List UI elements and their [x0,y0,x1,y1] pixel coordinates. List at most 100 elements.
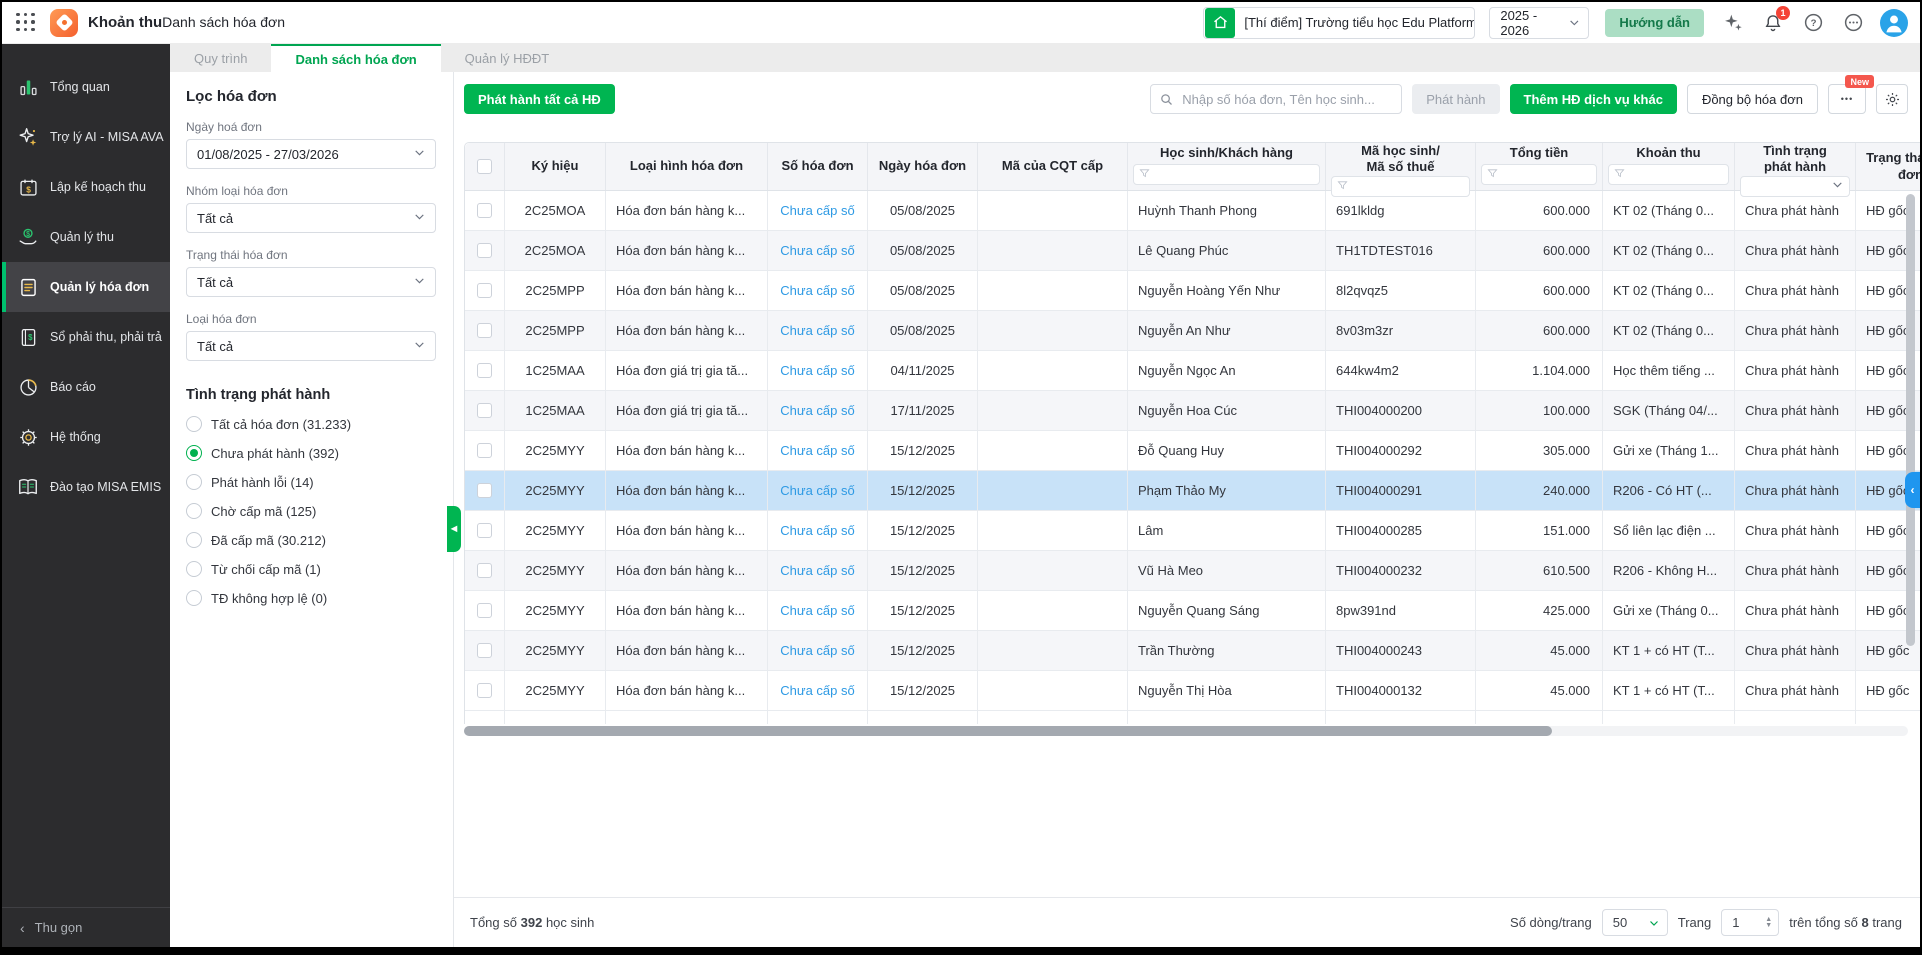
filter-field-select-4[interactable]: Tất cả [186,331,436,361]
home-icon[interactable] [1205,8,1235,38]
add-service-invoice-button[interactable]: Thêm HĐ dịch vụ khác [1510,84,1677,114]
sidebar-item-gear[interactable]: Hệ thống [2,412,170,462]
issue-button[interactable]: Phát hành [1412,84,1499,114]
filter-field-select-3[interactable]: Tất cả [186,267,436,297]
vertical-scrollbar-thumb[interactable] [1906,194,1915,646]
cell-value-link[interactable]: Chưa cấp số [780,603,854,618]
cell-value-link[interactable]: Chưa cấp số [780,483,854,498]
cell-ma_cqt [978,391,1128,430]
sidebar-item-invoice[interactable]: Quản lý hóa đơn [2,262,170,312]
cell-value-link[interactable]: Chưa cấp số [780,363,854,378]
sync-invoices-button[interactable]: Đồng bộ hóa đơn [1687,84,1818,114]
row-checkbox[interactable] [477,643,492,658]
table-row[interactable]: 1C25MAAHóa đơn giá trị gia tă...Chưa cấp… [465,391,1920,431]
page-number-input[interactable]: 1 ▲▼ [1721,909,1779,936]
table-row[interactable]: 2C25MPPHóa đơn bán hàng k...Chưa cấp số0… [465,271,1920,311]
school-selector[interactable]: [Thí điểm] Trường tiểu học Edu Platform … [1203,7,1475,39]
table-row[interactable]: 1C25MAAHóa đơn giá trị gia tă...Chưa cấp… [465,351,1920,391]
notifications-bell-icon[interactable]: 1 [1760,10,1786,36]
cell-value-link[interactable]: Chưa cấp số [780,323,854,338]
cell-value: 2C25MYY [525,443,584,458]
row-checkbox[interactable] [477,363,492,378]
row-checkbox[interactable] [477,443,492,458]
user-avatar[interactable] [1880,9,1908,37]
filter-collapse-handle[interactable]: ◄ [447,506,461,552]
cell-value-link[interactable]: Chưa cấp số [780,523,854,538]
filter-field-select-2[interactable]: Tất cả [186,203,436,233]
sidebar-item-label: Hệ thống [50,430,101,444]
sidebar-item-label: Quản lý hóa đơn [50,280,149,294]
cell-value-link[interactable]: Chưa cấp số [780,243,854,258]
guide-button[interactable]: Hướng dẫn [1605,9,1704,37]
table-row[interactable]: 2C25MYYHóa đơn bán hàng k...Chưa cấp số1… [465,551,1920,591]
cell-value-link[interactable]: Chưa cấp số [780,643,854,658]
issue-status-option-2[interactable]: Chưa phát hành (392) [186,445,453,461]
search-input[interactable] [1180,91,1393,108]
sidebar-item-hand-coin[interactable]: $Quản lý thu [2,212,170,262]
table-settings-button[interactable] [1876,84,1908,114]
column-filter-input[interactable] [1608,164,1729,185]
help-icon[interactable]: ? [1800,10,1826,36]
issue-status-option-7[interactable]: TĐ không hợp lệ (0) [186,590,453,606]
table-row[interactable]: 2C25MYYHóa đơn bán hàng k...Chưa cấp số1… [465,511,1920,551]
issue-status-option-1[interactable]: Tất cả hóa đơn (31.233) [186,416,453,432]
column-filter-input[interactable] [1481,164,1597,185]
table-row[interactable]: 2C25MYYHóa đơn bán hàng k...Chưa cấp số1… [465,631,1920,671]
table-row[interactable]: 2C25MOAHóa đơn bán hàng k...Chưa cấp số0… [465,231,1920,271]
cell-value-link[interactable]: Chưa cấp số [780,283,854,298]
column-filter-input[interactable] [1133,164,1320,185]
tab-1[interactable]: Quy trình [170,44,271,72]
tab-2[interactable]: Danh sách hóa đơn [271,44,440,72]
sidebar-item-open-book[interactable]: Đào tạo MISA EMIS [2,462,170,512]
cell-value-link[interactable]: Chưa cấp số [780,403,854,418]
table-row[interactable]: 2C25MPPHóa đơn bán hàng k...Chưa cấp số0… [465,311,1920,351]
search-box[interactable] [1150,84,1402,114]
row-checkbox[interactable] [477,483,492,498]
table-row[interactable]: 2C25MYYHóa đơn bán hàng k...Chưa cấp số1… [465,671,1920,711]
row-checkbox[interactable] [477,603,492,618]
row-checkbox[interactable] [477,323,492,338]
issue-status-option-3[interactable]: Phát hành lỗi (14) [186,474,453,490]
sidebar-item-calendar-money[interactable]: $Lập kế hoạch thu [2,162,170,212]
tab-3[interactable]: Quản lý HĐĐT [441,44,574,72]
issue-status-option-6[interactable]: Từ chối cấp mã (1) [186,561,453,577]
filter-field-select-1[interactable]: 01/08/2025 - 27/03/2026 [186,139,436,169]
sidebar-item-ledger[interactable]: $Sổ phải thu, phải trả [2,312,170,362]
cell-value-link[interactable]: Chưa cấp số [780,203,854,218]
more-options-icon[interactable] [1840,10,1866,36]
table-row[interactable]: 2C25MYYHóa đơn bán hàng k...Chưa cấp số1… [465,431,1920,471]
row-checkbox[interactable] [477,203,492,218]
row-checkbox[interactable] [477,683,492,698]
rows-per-page-select[interactable]: 50 [1602,909,1668,936]
app-logo-icon[interactable] [50,9,78,37]
cell-value-link[interactable]: Chưa cấp số [780,683,854,698]
cell-value-link[interactable]: Chưa cấp số [780,563,854,578]
sidebar-item-pie-chart[interactable]: Báo cáo [2,362,170,412]
sidebar-item-ai-sparkle[interactable]: Trợ lý AI - MISA AVA [2,112,170,162]
sidebar-collapse-button[interactable]: ‹ Thu gọn [2,907,170,947]
more-actions-button[interactable]: ••• New [1828,84,1866,114]
cell-tong_tien: 600.000 [1476,191,1603,230]
sidebar-item-bar-chart[interactable]: Tổng quan [2,62,170,112]
school-year-select[interactable]: 2025 - 2026 [1489,7,1589,39]
row-checkbox[interactable] [477,403,492,418]
ai-features-icon[interactable] [1720,10,1746,36]
issue-status-option-4[interactable]: Chờ cấp mã (125) [186,503,453,519]
row-checkbox[interactable] [477,283,492,298]
row-checkbox[interactable] [477,563,492,578]
select-all-checkbox[interactable] [477,159,492,174]
table-row[interactable]: 2C25MYYHóa đơn bán hàng k...Chưa cấp số1… [465,471,1920,511]
table-row[interactable]: 2C25MYYHóa đơn bán hàng k...Chưa cấp số1… [465,591,1920,631]
row-checkbox[interactable] [477,523,492,538]
table-row[interactable]: 2C25MOAHóa đơn bán hàng k...Chưa cấp số0… [465,191,1920,231]
page-stepper[interactable]: ▲▼ [1765,917,1772,929]
issue-all-button[interactable]: Phát hành tất cả HĐ [464,84,615,114]
app-grid-icon[interactable] [16,13,36,33]
school-name-input[interactable]: [Thí điểm] Trường tiểu học Edu Platform … [1236,15,1474,30]
issue-status-option-5[interactable]: Đã cấp mã (30.212) [186,532,453,548]
cell-value-link[interactable]: Chưa cấp số [780,443,854,458]
horizontal-scrollbar-thumb[interactable] [464,726,1552,736]
horizontal-scrollbar[interactable] [464,726,1908,736]
side-panel-expand-handle[interactable]: ‹ [1905,472,1920,508]
row-checkbox[interactable] [477,243,492,258]
